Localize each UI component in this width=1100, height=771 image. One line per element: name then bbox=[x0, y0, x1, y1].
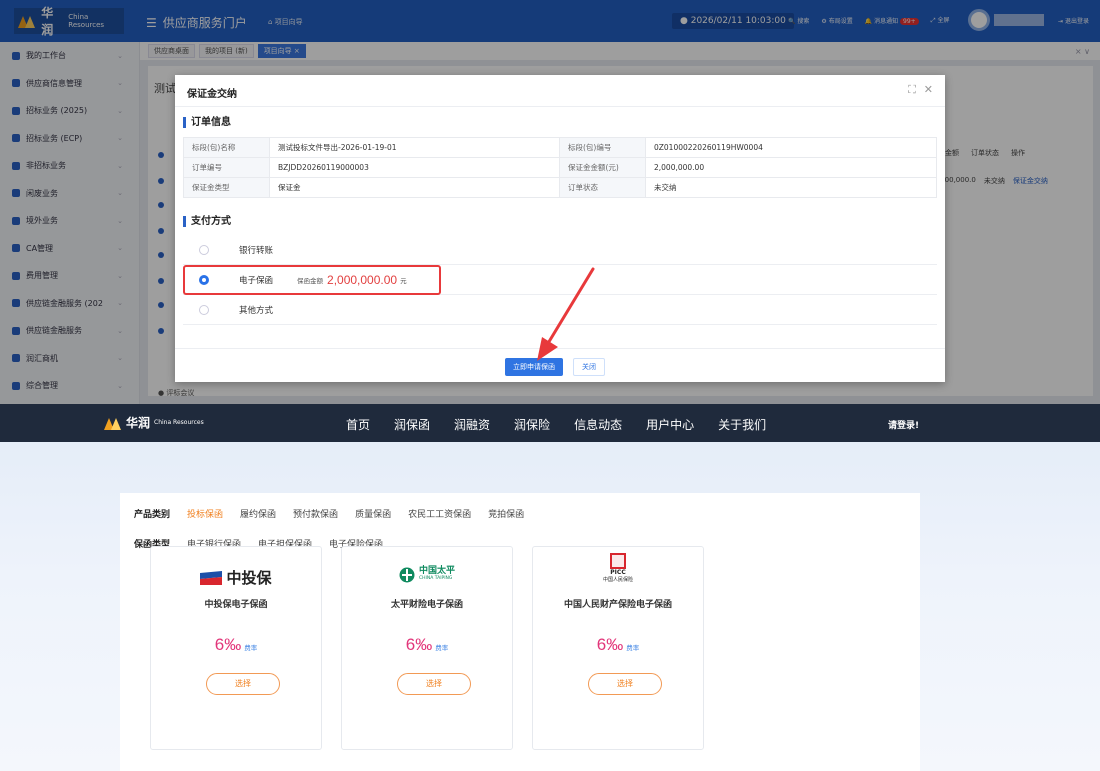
section-payment-method: 支付方式 bbox=[183, 216, 231, 227]
pay-option-bank[interactable]: 银行转账 bbox=[183, 235, 937, 265]
select-button[interactable]: 选择 bbox=[588, 673, 662, 695]
product-card: PICC 中国人民保险 中国人民财产保险电子保函 6‰ 费率 选择 bbox=[532, 546, 704, 750]
table-row: 订单编号 BZJDD20260119000003 保证金金额(元) 2,000,00… bbox=[183, 157, 937, 178]
nav-item-about[interactable]: 关于我们 bbox=[718, 416, 766, 433]
modal-divider bbox=[175, 106, 945, 107]
order-info-table: 标段(包)名称 测试投标文件导出-2026-01-19-01 标段(包)编号 0Z0… bbox=[183, 137, 937, 198]
rate: 6‰ 费率 bbox=[214, 635, 258, 654]
product-card: 中国太平 CHINA TAIPING 太平财险电子保函 6‰ 费率 选择 bbox=[341, 546, 513, 750]
rate: 6‰ 费率 bbox=[596, 635, 640, 654]
site-background: 产品类别 投标保函 履约保函 预付款保函 质量保函 农民工工资保函 竞拍保函 保… bbox=[0, 442, 1100, 771]
brand-logo: PICC 中国人民保险 bbox=[533, 553, 703, 583]
maximize-icon[interactable]: ⛶ bbox=[908, 83, 916, 97]
section-order-info: 订单信息 bbox=[183, 117, 231, 128]
site-nav-menu: 首页 润保函 润融资 润保险 信息动态 用户中心 关于我们 bbox=[346, 416, 766, 433]
guarantee-site-screenshot: 华润 China Resources 首页 润保函 润融资 润保险 信息动态 用… bbox=[0, 404, 1100, 771]
table-row: 保证金类型 保证金 订单状态 未交纳 bbox=[183, 177, 937, 198]
filter-quality-guarantee[interactable]: 质量保函 bbox=[355, 507, 391, 520]
rate: 6‰ 费率 bbox=[405, 635, 449, 654]
table-row: 标段(包)名称 测试投标文件导出-2026-01-19-01 标段(包)编号 0Z0… bbox=[183, 137, 937, 158]
close-icon[interactable]: ✕ bbox=[924, 83, 933, 97]
product-panel: 产品类别 投标保函 履约保函 预付款保函 质量保函 农民工工资保函 竞拍保函 保… bbox=[120, 493, 920, 771]
taiping-logo-icon bbox=[399, 567, 415, 583]
logo-mark-icon bbox=[104, 416, 122, 430]
nav-item-insurance[interactable]: 润保险 bbox=[514, 416, 550, 433]
site-nav: 华润 China Resources 首页 润保函 润融资 润保险 信息动态 用… bbox=[0, 404, 1100, 442]
filter-performance-guarantee[interactable]: 履约保函 bbox=[240, 507, 276, 520]
site-logo[interactable]: 华润 China Resources bbox=[104, 414, 204, 431]
nav-item-user-center[interactable]: 用户中心 bbox=[646, 416, 694, 433]
brand-logo: 中投保 bbox=[151, 567, 321, 588]
brand-logo: 中国太平 CHINA TAIPING bbox=[342, 567, 512, 583]
select-button[interactable]: 选择 bbox=[206, 673, 280, 695]
cig-logo-icon bbox=[200, 570, 223, 585]
deposit-payment-modal: 保证金交纳 ⛶ ✕ 订单信息 标段(包)名称 测试投标文件导出-2026-01-1… bbox=[175, 75, 945, 382]
product-category-filter: 产品类别 投标保函 履约保函 预付款保函 质量保函 农民工工资保函 竞拍保函 bbox=[134, 507, 524, 520]
radio-other[interactable] bbox=[199, 304, 209, 315]
nav-item-home[interactable]: 首页 bbox=[346, 416, 370, 433]
login-link[interactable]: 请登录! bbox=[888, 418, 919, 431]
radio-bank-transfer[interactable] bbox=[199, 244, 209, 255]
picc-seal-icon bbox=[610, 553, 626, 569]
modal-title: 保证金交纳 bbox=[187, 89, 237, 100]
modal-controls: ⛶ ✕ bbox=[908, 83, 933, 97]
filter-auction-guarantee[interactable]: 竞拍保函 bbox=[488, 507, 524, 520]
red-arrow-annotation bbox=[537, 267, 595, 361]
nav-item-guarantee[interactable]: 润保函 bbox=[394, 416, 430, 433]
nav-item-news[interactable]: 信息动态 bbox=[574, 416, 622, 433]
portal-screenshot: 华润 China Resources ☰ 供应商服务门户 ⌂ 项目向导 ● 20… bbox=[0, 0, 1100, 404]
select-button[interactable]: 选择 bbox=[397, 673, 471, 695]
filter-bid-guarantee[interactable]: 投标保函 bbox=[187, 507, 223, 520]
filter-advance-payment-guarantee[interactable]: 预付款保函 bbox=[293, 507, 338, 520]
highlight-box bbox=[183, 265, 441, 295]
nav-item-financing[interactable]: 润融资 bbox=[454, 416, 490, 433]
filter-wage-guarantee[interactable]: 农民工工资保函 bbox=[408, 507, 471, 520]
product-card: 中投保 中投保电子保函 6‰ 费率 选择 bbox=[150, 546, 322, 750]
